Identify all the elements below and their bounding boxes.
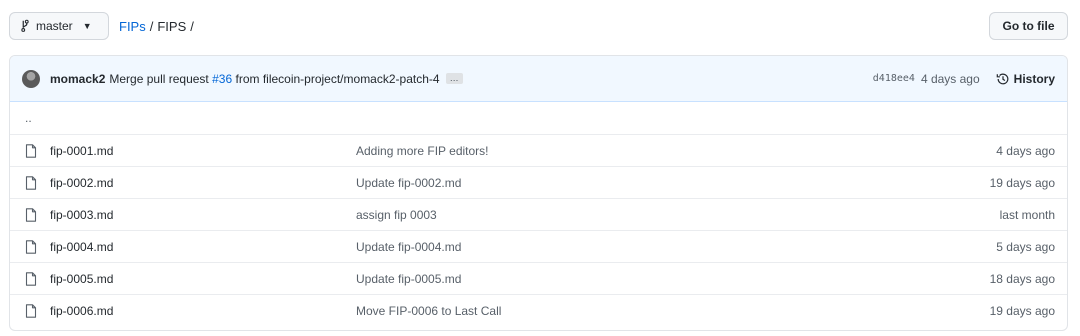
file-row[interactable]: fip-0006.md Move FIP-0006 to Last Call 1… bbox=[10, 294, 1067, 326]
file-row[interactable]: fip-0002.md Update fip-0002.md 19 days a… bbox=[10, 166, 1067, 198]
file-row[interactable]: fip-0005.md Update fip-0005.md 18 days a… bbox=[10, 262, 1067, 294]
go-to-file-button[interactable]: Go to file bbox=[989, 12, 1068, 40]
file-commit-message-link[interactable]: assign fip 0003 bbox=[356, 208, 1000, 222]
file-commit-age: 4 days ago bbox=[996, 143, 1055, 158]
file-name-link[interactable]: fip-0006.md bbox=[50, 304, 356, 318]
repo-toolbar: master ▼ FIPs / FIPS / Go to file bbox=[9, 12, 1068, 42]
history-button[interactable]: History bbox=[996, 72, 1055, 86]
commit-author[interactable]: momack2 bbox=[50, 72, 105, 86]
file-icon bbox=[25, 143, 37, 158]
file-commit-age: 5 days ago bbox=[996, 239, 1055, 254]
file-commit-message-link[interactable]: Update fip-0002.md bbox=[356, 176, 990, 190]
latest-commit-bar: momack2 Merge pull request #36 from file… bbox=[10, 56, 1067, 102]
commit-meta: d418ee4 4 days ago History bbox=[873, 72, 1055, 86]
file-row[interactable]: fip-0001.md Adding more FIP editors! 4 d… bbox=[10, 134, 1067, 166]
file-name-link[interactable]: fip-0005.md bbox=[50, 272, 356, 286]
avatar[interactable] bbox=[22, 69, 40, 88]
file-icon bbox=[25, 239, 37, 254]
breadcrumb-repo-link[interactable]: FIPs bbox=[119, 19, 146, 34]
file-name-link[interactable]: fip-0001.md bbox=[50, 144, 356, 158]
file-name-link[interactable]: fip-0004.md bbox=[50, 240, 356, 254]
file-commit-message-link[interactable]: Move FIP-0006 to Last Call bbox=[356, 304, 990, 318]
file-commit-age: 19 days ago bbox=[989, 303, 1055, 318]
file-row[interactable]: fip-0003.md assign fip 0003 last month bbox=[10, 198, 1067, 230]
file-list: fip-0001.md Adding more FIP editors! 4 d… bbox=[10, 134, 1067, 326]
file-name-link[interactable]: fip-0003.md bbox=[50, 208, 356, 222]
file-icon bbox=[25, 207, 37, 222]
git-branch-icon bbox=[21, 19, 29, 32]
file-browser: momack2 Merge pull request #36 from file… bbox=[9, 55, 1068, 331]
pull-request-link[interactable]: #36 bbox=[212, 72, 232, 86]
file-row[interactable]: fip-0004.md Update fip-0004.md 5 days ag… bbox=[10, 230, 1067, 262]
chevron-down-icon: ▼ bbox=[82, 21, 92, 31]
history-label: History bbox=[1013, 71, 1055, 86]
file-icon bbox=[25, 175, 37, 190]
file-icon bbox=[25, 271, 37, 286]
branch-selector-button[interactable]: master ▼ bbox=[9, 12, 109, 40]
commit-message-prefix: Merge pull request bbox=[109, 71, 209, 86]
commit-message: Merge pull request #36 from filecoin-pro… bbox=[109, 72, 439, 86]
breadcrumb-separator: / bbox=[149, 18, 154, 34]
commit-sha[interactable]: d418ee4 bbox=[873, 73, 915, 84]
breadcrumb-current-dir: FIPS bbox=[157, 18, 187, 34]
file-commit-message-link[interactable]: Update fip-0004.md bbox=[356, 240, 996, 254]
file-commit-message-link[interactable]: Update fip-0005.md bbox=[356, 272, 990, 286]
history-icon bbox=[996, 73, 1009, 84]
commit-message-suffix: from filecoin-project/momack2-patch-4 bbox=[235, 71, 440, 86]
breadcrumb-trailing-separator: / bbox=[190, 18, 194, 34]
file-commit-age: 19 days ago bbox=[989, 175, 1055, 190]
breadcrumb: FIPs / FIPS / bbox=[119, 12, 198, 40]
commit-age: 4 days ago bbox=[920, 71, 980, 86]
file-name-link[interactable]: fip-0002.md bbox=[50, 176, 356, 190]
file-commit-message-link[interactable]: Adding more FIP editors! bbox=[356, 144, 996, 158]
branch-name: master bbox=[36, 19, 73, 33]
parent-directory-row[interactable]: .. bbox=[10, 102, 1067, 134]
file-commit-age: last month bbox=[999, 207, 1055, 222]
file-commit-age: 18 days ago bbox=[989, 271, 1055, 286]
parent-directory-link[interactable]: .. bbox=[25, 111, 32, 125]
file-icon bbox=[25, 303, 37, 318]
expand-commit-message-button[interactable]: … bbox=[445, 73, 463, 84]
